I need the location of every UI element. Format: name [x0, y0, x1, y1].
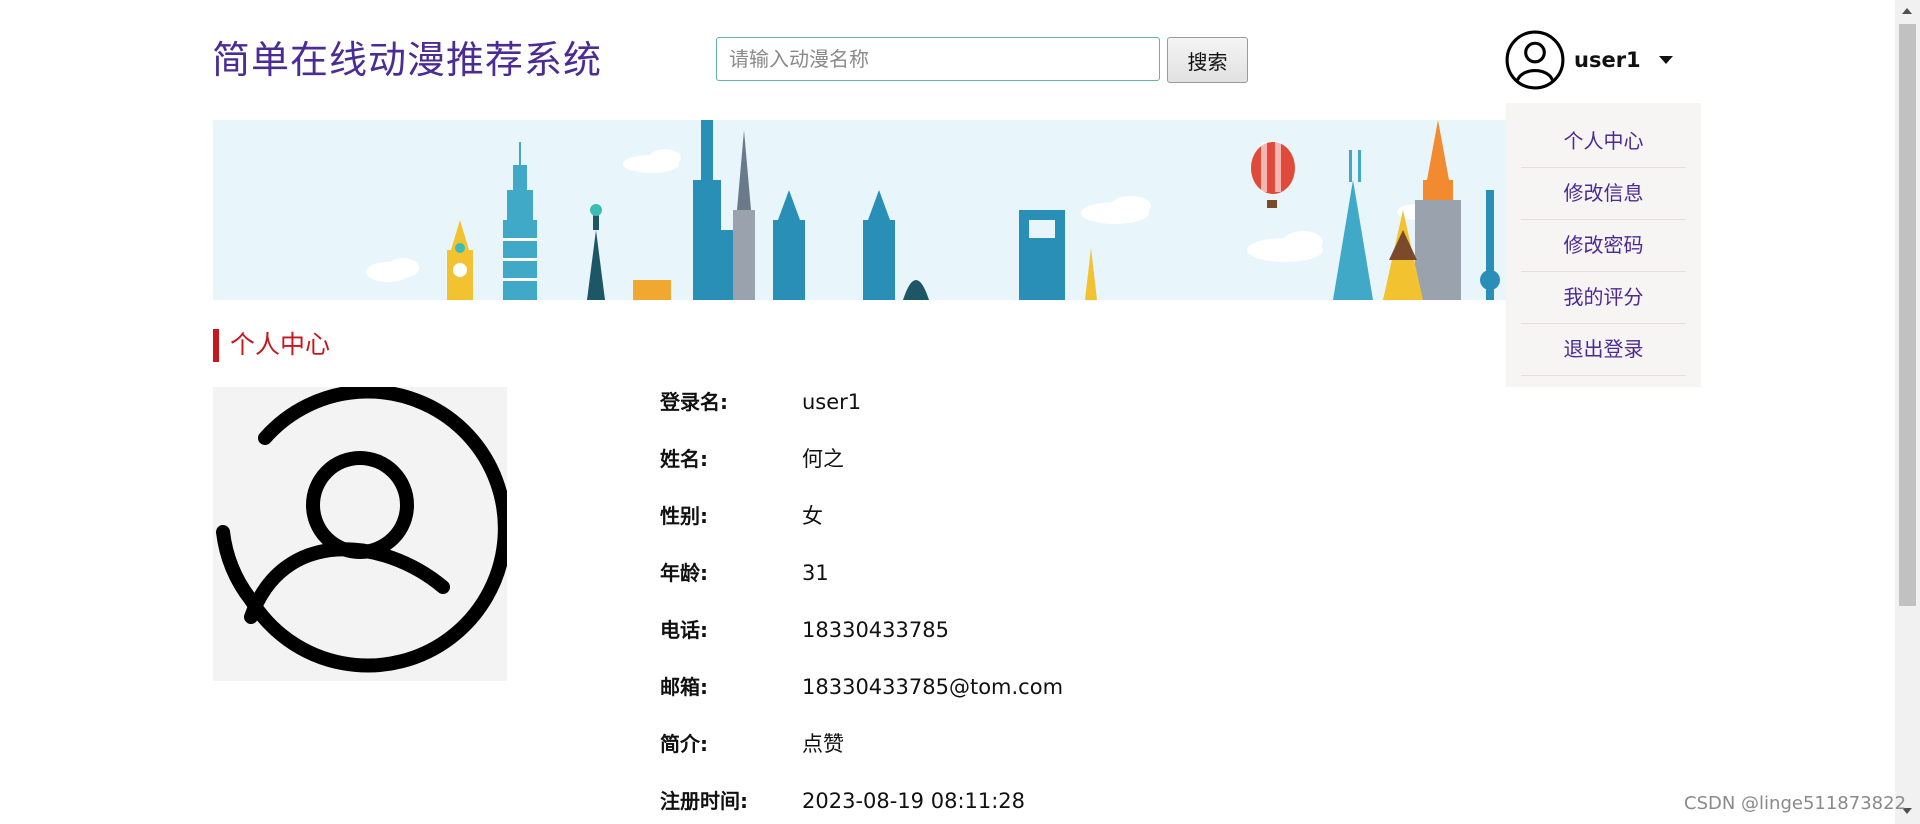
info-value: 18330433785@tom.com: [802, 675, 1064, 699]
section-accent-bar: [213, 329, 219, 362]
city-skyline-illustration: [213, 120, 1506, 300]
info-value: 女: [802, 504, 823, 528]
info-value: 31: [802, 561, 829, 585]
menu-item-change-password[interactable]: 修改密码: [1521, 219, 1686, 272]
info-value: 2023-08-19 08:11:28: [802, 789, 1026, 813]
site-title[interactable]: 简单在线动漫推荐系统: [212, 36, 602, 84]
menu-item-my-ratings[interactable]: 我的评分: [1521, 271, 1686, 324]
profile-avatar: [213, 384, 512, 681]
user-menu-toggle[interactable]: user1: [1504, 28, 1673, 92]
scrollbar-thumb[interactable]: [1899, 24, 1916, 606]
info-label: 姓名:: [660, 447, 708, 471]
search-input[interactable]: [716, 37, 1160, 81]
info-value: 点赞: [802, 732, 844, 756]
info-value: user1: [802, 390, 862, 414]
info-label: 登录名:: [660, 390, 728, 414]
username-label: user1: [1574, 48, 1641, 72]
scroll-up-arrow-icon[interactable]: [1902, 8, 1912, 14]
info-label: 简介:: [660, 732, 708, 756]
info-label: 注册时间:: [660, 789, 748, 813]
section-title: 个人中心: [230, 330, 331, 359]
menu-item-logout[interactable]: 退出登录: [1521, 323, 1686, 376]
menu-item-edit-info[interactable]: 修改信息: [1521, 167, 1686, 220]
vertical-scrollbar[interactable]: [1895, 0, 1920, 824]
info-value: 何之: [802, 447, 844, 471]
info-label: 性别:: [660, 504, 708, 528]
info-label: 年龄:: [660, 561, 708, 585]
info-label: 邮箱:: [660, 675, 708, 699]
menu-item-profile[interactable]: 个人中心: [1521, 115, 1686, 168]
banner-image: [213, 120, 1506, 300]
user-avatar-icon: [1505, 30, 1565, 90]
info-label: 电话:: [660, 618, 708, 642]
watermark: CSDN @linge511873822: [1684, 793, 1907, 814]
caret-down-icon: [1658, 56, 1673, 64]
search-button[interactable]: 搜索: [1167, 37, 1248, 83]
user-circle-icon: [216, 384, 512, 673]
user-dropdown-menu: 个人中心 修改信息 修改密码 我的评分 退出登录: [1506, 103, 1701, 387]
info-value: 18330433785: [802, 618, 949, 642]
